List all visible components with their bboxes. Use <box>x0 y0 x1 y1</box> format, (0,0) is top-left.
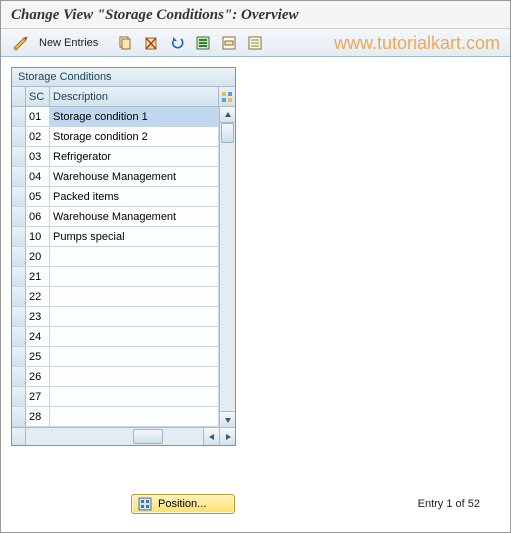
undo-change-button[interactable] <box>166 33 188 53</box>
scroll-up-button[interactable] <box>220 107 235 123</box>
table-row[interactable]: 26 <box>12 367 219 387</box>
table-title: Storage Conditions <box>12 68 235 87</box>
cell-description[interactable] <box>50 247 219 266</box>
table-row[interactable]: 23 <box>12 307 219 327</box>
row-selector[interactable] <box>12 327 26 346</box>
table-row[interactable]: 01Storage condition 1 <box>12 107 219 127</box>
new-entries-button[interactable]: New Entries <box>35 37 102 49</box>
delete-button[interactable] <box>140 33 162 53</box>
table-row[interactable]: 24 <box>12 327 219 347</box>
table-row[interactable]: 28 <box>12 407 219 427</box>
scroll-left-button[interactable] <box>203 428 219 445</box>
row-selector[interactable] <box>12 387 26 406</box>
table-row[interactable]: 03Refrigerator <box>12 147 219 167</box>
cell-sc[interactable]: 03 <box>26 147 50 166</box>
row-selector[interactable] <box>12 247 26 266</box>
other-view-button[interactable] <box>9 33 31 53</box>
cell-description[interactable]: Warehouse Management <box>50 207 219 226</box>
row-selector[interactable] <box>12 347 26 366</box>
cell-description[interactable] <box>50 327 219 346</box>
row-selector[interactable] <box>12 267 26 286</box>
horizontal-scrollbar[interactable] <box>26 428 203 445</box>
table-row[interactable]: 20 <box>12 247 219 267</box>
column-header-description[interactable]: Description <box>50 87 219 106</box>
cell-description[interactable]: Warehouse Management <box>50 167 219 186</box>
position-icon <box>138 497 152 511</box>
cell-sc[interactable]: 04 <box>26 167 50 186</box>
row-selector[interactable] <box>12 127 26 146</box>
table-row[interactable]: 27 <box>12 387 219 407</box>
cell-sc[interactable]: 22 <box>26 287 50 306</box>
table-row[interactable]: 25 <box>12 347 219 367</box>
deselect-all-button[interactable] <box>244 33 266 53</box>
table-row[interactable]: 05Packed items <box>12 187 219 207</box>
cell-sc[interactable]: 26 <box>26 367 50 386</box>
cell-description[interactable] <box>50 387 219 406</box>
cell-sc[interactable]: 02 <box>26 127 50 146</box>
cell-description[interactable] <box>50 267 219 286</box>
table-row[interactable]: 10Pumps special <box>12 227 219 247</box>
cell-sc[interactable]: 24 <box>26 327 50 346</box>
h-scroll-thumb[interactable] <box>133 429 163 444</box>
cell-description[interactable]: Refrigerator <box>50 147 219 166</box>
table-row[interactable]: 04Warehouse Management <box>12 167 219 187</box>
row-selector[interactable] <box>12 207 26 226</box>
cell-description[interactable]: Pumps special <box>50 227 219 246</box>
page-title: Change View "Storage Conditions": Overvi… <box>1 1 510 29</box>
cell-sc[interactable]: 06 <box>26 207 50 226</box>
cell-sc[interactable]: 23 <box>26 307 50 326</box>
table-row[interactable]: 02Storage condition 2 <box>12 127 219 147</box>
table-row[interactable]: 22 <box>12 287 219 307</box>
cell-sc[interactable]: 01 <box>26 107 50 126</box>
position-button[interactable]: Position... <box>131 494 235 514</box>
entry-count-text: Entry 1 of 52 <box>418 498 480 510</box>
table-header: SC Description <box>12 87 235 107</box>
watermark-text: www.tutorialkart.com <box>334 33 500 54</box>
row-selector[interactable] <box>12 407 26 426</box>
cell-description[interactable] <box>50 367 219 386</box>
row-selector[interactable] <box>12 167 26 186</box>
cell-sc[interactable]: 28 <box>26 407 50 426</box>
configure-columns-button[interactable] <box>219 87 235 106</box>
cell-description[interactable]: Packed items <box>50 187 219 206</box>
cell-description[interactable] <box>50 307 219 326</box>
select-all-button[interactable] <box>192 33 214 53</box>
cell-description[interactable] <box>50 287 219 306</box>
column-header-sc[interactable]: SC <box>26 87 50 106</box>
cell-sc[interactable]: 05 <box>26 187 50 206</box>
row-selector-header <box>12 87 26 106</box>
footer-corner <box>12 428 26 445</box>
row-selector[interactable] <box>12 227 26 246</box>
table-row[interactable]: 06Warehouse Management <box>12 207 219 227</box>
cell-description[interactable]: Storage condition 1 <box>50 107 219 126</box>
row-selector[interactable] <box>12 187 26 206</box>
row-selector[interactable] <box>12 107 26 126</box>
table-row[interactable]: 21 <box>12 267 219 287</box>
storage-conditions-table: Storage Conditions SC Description 01Stor… <box>11 67 236 446</box>
cell-description[interactable] <box>50 407 219 426</box>
cell-sc[interactable]: 25 <box>26 347 50 366</box>
copy-as-button[interactable] <box>114 33 136 53</box>
row-selector[interactable] <box>12 287 26 306</box>
row-selector[interactable] <box>12 147 26 166</box>
position-button-label: Position... <box>158 498 206 510</box>
cell-sc[interactable]: 10 <box>26 227 50 246</box>
row-selector[interactable] <box>12 367 26 386</box>
cell-sc[interactable]: 21 <box>26 267 50 286</box>
select-block-button[interactable] <box>218 33 240 53</box>
scroll-thumb[interactable] <box>221 123 234 143</box>
cell-description[interactable] <box>50 347 219 366</box>
row-selector[interactable] <box>12 307 26 326</box>
toolbar: New Entries www.tutorialkart.com <box>1 29 510 57</box>
cell-sc[interactable]: 20 <box>26 247 50 266</box>
scroll-right-button[interactable] <box>219 428 235 445</box>
cell-sc[interactable]: 27 <box>26 387 50 406</box>
scroll-down-button[interactable] <box>220 411 235 427</box>
cell-description[interactable]: Storage condition 2 <box>50 127 219 146</box>
vertical-scrollbar[interactable] <box>219 107 235 427</box>
